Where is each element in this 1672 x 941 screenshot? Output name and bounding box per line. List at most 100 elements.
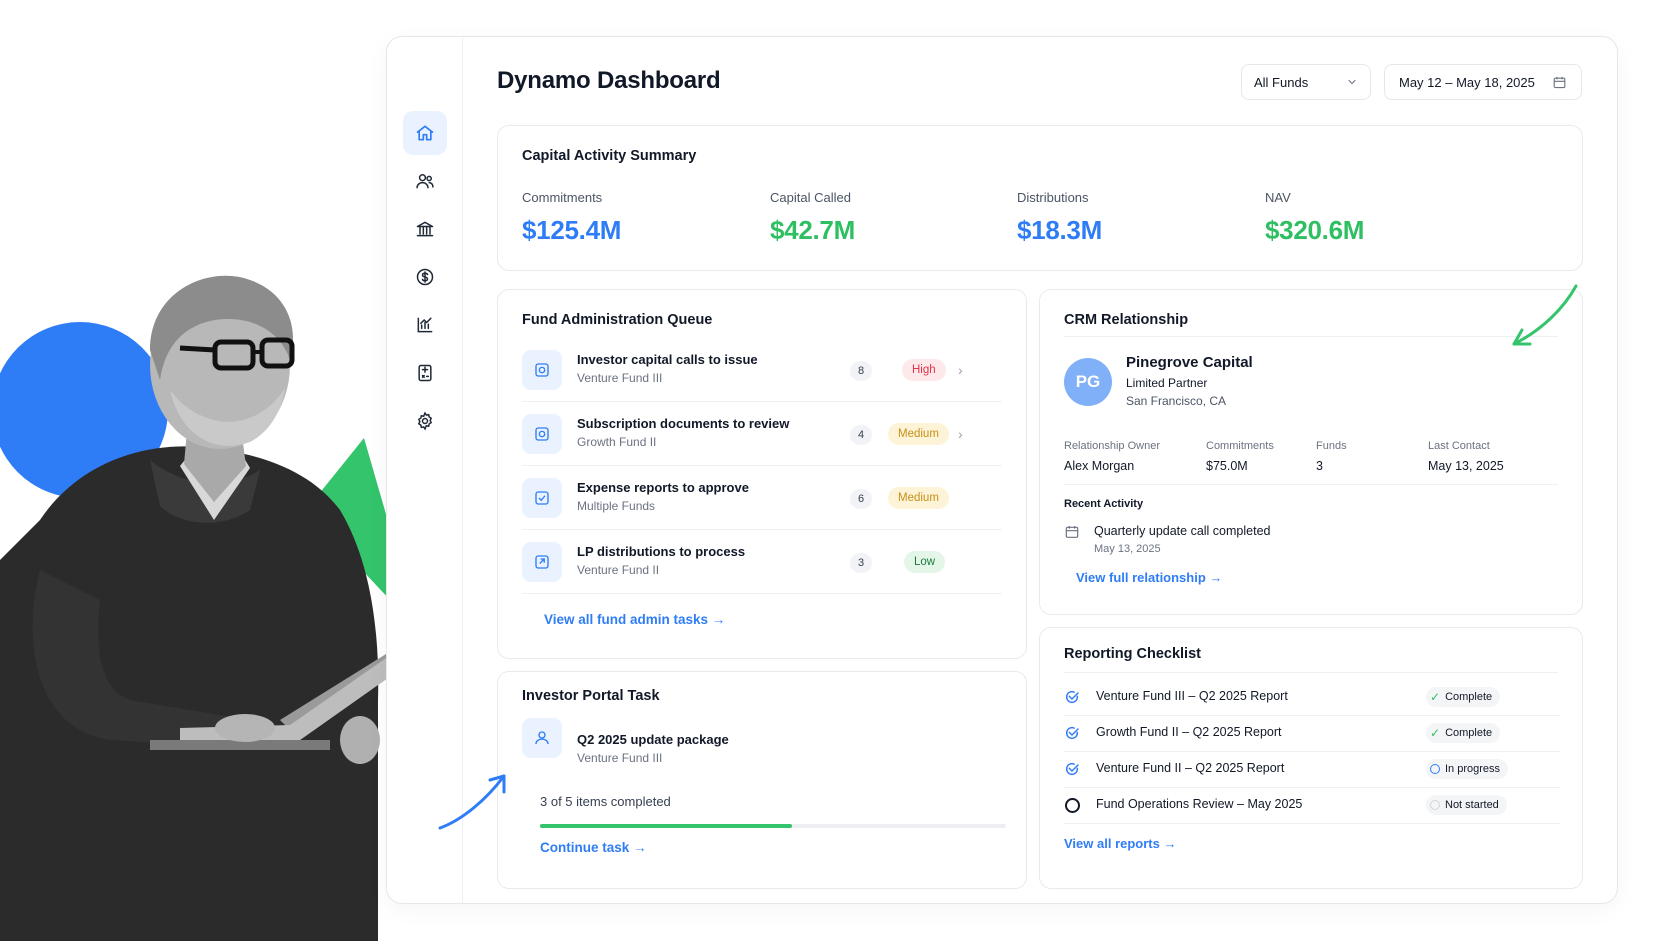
queue-item-count: 3 (850, 553, 872, 573)
crm-location: San Francisco, CA (1126, 394, 1227, 408)
kpi-label: Distributions (1017, 190, 1089, 205)
card-title: Capital Activity Summary (522, 148, 697, 164)
status-badge: In progress (1426, 759, 1509, 779)
check-circle-icon (1065, 762, 1079, 776)
chevron-right-icon[interactable]: › (958, 362, 963, 378)
queue-item-fund: Multiple Funds (577, 499, 656, 513)
checklist-item-label: Growth Fund II – Q2 2025 Report (1096, 725, 1282, 739)
fund-filter-dropdown[interactable]: All Funds (1241, 64, 1371, 100)
sidebar-item-accounting[interactable] (403, 351, 447, 395)
recent-activity-label: Recent Activity (1064, 498, 1144, 510)
queue-item[interactable]: Subscription documents to review Growth … (522, 402, 1002, 466)
user-icon (522, 718, 562, 758)
queue-item-title: Subscription documents to review (577, 416, 790, 431)
queue-item[interactable]: Investor capital calls to issue Venture … (522, 338, 1002, 402)
receipt-icon (522, 478, 562, 518)
kpi-commitments: Commitments $125.4M (522, 190, 621, 246)
kpi-label: Capital Called (770, 190, 851, 205)
crm-name[interactable]: Pinegrove Capital (1126, 354, 1253, 371)
view-all-reports-link[interactable]: View all reports → (1064, 836, 1176, 851)
progress-bar (540, 824, 1006, 828)
checklist-item-label: Fund Operations Review – May 2025 (1096, 797, 1303, 811)
view-full-relationship-link[interactable]: View full relationship → (1076, 570, 1222, 585)
view-all-fund-admin-tasks-link[interactable]: View all fund admin tasks → (544, 612, 725, 627)
chevron-right-icon[interactable]: › (958, 426, 963, 442)
kpi-value: $18.3M (1017, 215, 1102, 245)
meta-label: Commitments (1206, 440, 1274, 452)
chevron-down-icon (1348, 79, 1356, 85)
calendar-icon (1553, 76, 1566, 88)
sidebar-item-home[interactable] (403, 111, 447, 155)
check-circle-icon (1065, 726, 1079, 740)
activity-title: Quarterly update call completed (1094, 524, 1271, 538)
sidebar-item-settings[interactable] (403, 399, 447, 443)
card-title: Investor Portal Task (522, 688, 660, 704)
checklist-item-label: Venture Fund III – Q2 2025 Report (1096, 689, 1288, 703)
dollar-icon (416, 268, 434, 286)
kpi-capital-called: Capital Called $42.7M (770, 190, 855, 246)
document-icon (522, 350, 562, 390)
date-range-picker[interactable]: May 12 – May 18, 2025 (1384, 64, 1582, 100)
queue-item-count: 6 (850, 489, 872, 509)
portal-task-title: Q2 2025 update package (577, 732, 729, 747)
meta-value: May 13, 2025 (1428, 459, 1504, 473)
users-icon (416, 174, 434, 189)
status-text: In progress (1445, 763, 1501, 775)
gear-icon (417, 411, 433, 431)
bank-icon (416, 221, 434, 237)
decorative-arrow-icon (1512, 284, 1578, 346)
card-title: Reporting Checklist (1064, 646, 1201, 662)
kpi-label: NAV (1265, 190, 1291, 205)
dashboard-window: Dynamo Dashboard All Funds May 12 – May … (386, 36, 1618, 904)
priority-badge: High (902, 359, 946, 381)
check-circle-icon (1065, 690, 1079, 704)
divider (1064, 336, 1558, 337)
checklist-item[interactable]: Venture Fund III – Q2 2025 Report ✓ Comp… (1064, 680, 1560, 716)
kpi-nav: NAV $320.6M (1265, 190, 1364, 246)
in-progress-icon (1430, 764, 1440, 774)
checklist-item[interactable]: Fund Operations Review – May 2025 Not st… (1064, 788, 1560, 824)
queue-item-title: Expense reports to approve (577, 480, 749, 495)
divider (1064, 484, 1558, 485)
status-text: Not started (1445, 799, 1499, 811)
priority-badge: Medium (888, 423, 949, 445)
distribution-icon (522, 542, 562, 582)
crm-role: Limited Partner (1126, 376, 1208, 390)
not-started-icon (1430, 800, 1440, 810)
sidebar-item-analytics[interactable] (403, 303, 447, 347)
queue-item[interactable]: LP distributions to process Venture Fund… (522, 530, 1002, 594)
fund-admin-queue-card: Fund Administration Queue Investor capit… (497, 289, 1027, 659)
meta-value: 3 (1316, 459, 1323, 473)
checklist-item[interactable]: Venture Fund II – Q2 2025 Report In prog… (1064, 752, 1560, 788)
reporting-checklist-card: Reporting Checklist Venture Fund III – Q… (1039, 627, 1583, 889)
card-title: CRM Relationship (1064, 312, 1189, 328)
checklist-item[interactable]: Growth Fund II – Q2 2025 Report ✓ Comple… (1064, 716, 1560, 752)
sidebar-item-investors[interactable] (403, 159, 447, 203)
queue-item-fund: Venture Fund II (577, 563, 660, 577)
queue-item-title: Investor capital calls to issue (577, 352, 758, 367)
kpi-distributions: Distributions $18.3M (1017, 190, 1102, 246)
status-text: Complete (1445, 691, 1493, 703)
card-title: Fund Administration Queue (522, 312, 713, 328)
capital-activity-summary-card: Capital Activity Summary Commitments $12… (497, 125, 1583, 271)
continue-task-link[interactable]: Continue task → (540, 840, 647, 855)
queue-item-fund: Growth Fund II (577, 435, 657, 449)
chart-icon (417, 317, 433, 333)
document-icon (522, 414, 562, 454)
queue-item-count: 8 (850, 361, 872, 381)
sidebar-item-funds[interactable] (403, 207, 447, 251)
queue-item-fund: Venture Fund III (577, 371, 663, 385)
kpi-value: $125.4M (522, 215, 622, 245)
queue-item[interactable]: Expense reports to approve Multiple Fund… (522, 466, 1002, 530)
check-icon: ✓ (1430, 690, 1441, 704)
meta-label: Funds (1316, 440, 1347, 452)
meta-value: Alex Morgan (1064, 459, 1135, 473)
checklist-item-label: Venture Fund II – Q2 2025 Report (1096, 761, 1285, 775)
sidebar-item-capital[interactable] (403, 255, 447, 299)
status-text: Complete (1445, 727, 1493, 739)
investor-portal-task-card: Investor Portal Task Q2 2025 update pack… (497, 671, 1027, 889)
queue-item-title: LP distributions to process (577, 544, 746, 559)
priority-badge: Low (904, 551, 946, 573)
check-icon: ✓ (1430, 726, 1441, 740)
avatar: PG (1064, 358, 1112, 406)
